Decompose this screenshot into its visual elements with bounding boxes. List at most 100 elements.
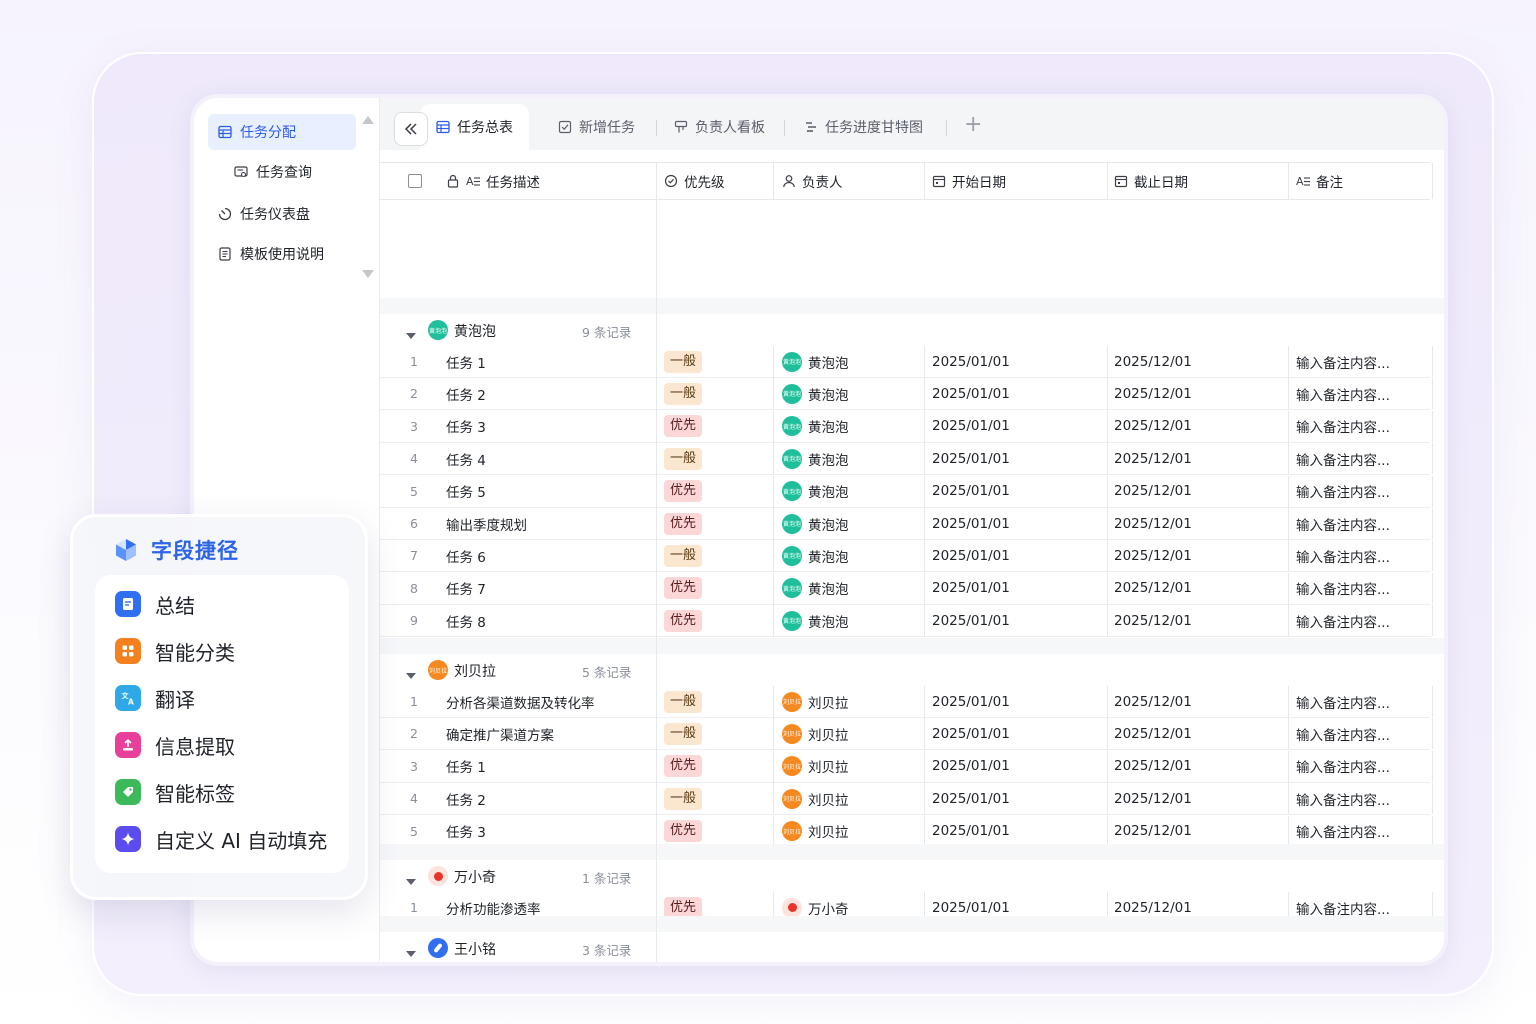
collapse-group-icon[interactable] — [406, 873, 416, 889]
end-date-cell[interactable]: 2025/12/01 — [1114, 605, 1192, 636]
shortcut-item-ai-autofill[interactable]: 自定义 AI 自动填充 — [115, 824, 327, 854]
task-desc-cell[interactable]: 任务 1 — [446, 964, 486, 966]
note-cell[interactable]: 输入备注内容... — [1296, 411, 1390, 442]
shortcut-item-classify[interactable]: 智能分类 — [115, 636, 235, 666]
priority-cell[interactable]: 一般 — [664, 540, 703, 571]
note-cell[interactable]: 输入备注内容... — [1296, 540, 1390, 571]
start-date-cell[interactable]: 2025/01/01 — [932, 476, 1010, 507]
table-row[interactable]: 6 输出季度规划 优先 黄泡泡 黄泡泡 2025/01/01 2025/12/01 输入备注内… — [380, 508, 1433, 540]
column-header-note[interactable]: A 备注 — [1296, 163, 1343, 199]
sidebar-item-dashboard[interactable]: 任务仪表盘 — [208, 196, 356, 232]
end-date-cell[interactable]: 2025/12/01 — [1114, 718, 1192, 749]
end-date-cell[interactable]: 2025/12/01 — [1114, 411, 1192, 442]
priority-cell[interactable]: 优先 — [664, 751, 703, 782]
task-desc-cell[interactable]: 任务 7 — [446, 573, 486, 604]
task-desc-cell[interactable]: 任务 2 — [446, 783, 486, 814]
priority-cell[interactable]: 优先 — [664, 508, 703, 539]
select-all-checkbox[interactable] — [408, 163, 422, 199]
priority-cell[interactable]: 一般 — [664, 686, 703, 717]
group-header[interactable]: 万小奇 1 条记录 — [380, 860, 1444, 892]
end-date-cell[interactable]: 2025/12/01 — [1114, 783, 1192, 814]
owner-cell[interactable]: 刘贝拉 刘贝拉 — [782, 718, 849, 749]
start-date-cell[interactable]: 2025/01/01 — [932, 443, 1010, 474]
column-header-owner[interactable]: 负责人 — [782, 163, 843, 199]
shortcut-item-summary[interactable]: 总结 — [115, 589, 195, 619]
sidebar-item-task-assign[interactable]: 任务分配 — [208, 114, 356, 150]
group-header[interactable]: 刘贝拉 刘贝拉 5 条记录 — [380, 654, 1444, 686]
start-date-cell[interactable]: 2025/01/01 — [932, 508, 1010, 539]
collapse-group-icon[interactable] — [406, 327, 416, 343]
note-cell[interactable]: 输入备注内容... — [1296, 508, 1390, 539]
owner-cell[interactable]: 刘贝拉 刘贝拉 — [782, 751, 849, 782]
owner-cell[interactable]: 黄泡泡 黄泡泡 — [782, 605, 849, 636]
table-row[interactable]: 1 任务 1 一般 黄泡泡 黄泡泡 2025/01/01 2025/12/01 输入备注内容.… — [380, 346, 1433, 378]
owner-cell[interactable]: 刘贝拉 刘贝拉 — [782, 783, 849, 814]
priority-cell[interactable]: 优先 — [664, 573, 703, 604]
start-date-cell[interactable]: 2025/01/01 — [932, 573, 1010, 604]
end-date-cell[interactable]: 2025/12/01 — [1114, 816, 1192, 847]
priority-cell[interactable]: 优先 — [664, 816, 703, 847]
shortcut-item-tag[interactable]: 智能标签 — [115, 777, 235, 807]
add-tab-button[interactable]: + — [964, 112, 982, 137]
priority-cell[interactable]: 一般 — [664, 443, 703, 474]
table-row[interactable]: 4 任务 2 一般 刘贝拉 刘贝拉 2025/01/01 2025/12/01 输入备注内容.… — [380, 783, 1433, 816]
owner-cell[interactable]: 黄泡泡 黄泡泡 — [782, 443, 849, 474]
note-cell[interactable]: 输入备注内容... — [1296, 378, 1390, 409]
owner-cell[interactable]: 黄泡泡 黄泡泡 — [782, 540, 849, 571]
table-row[interactable]: 2 任务 2 一般 黄泡泡 黄泡泡 2025/01/01 2025/12/01 输入备注内容.… — [380, 378, 1433, 411]
sidebar-item-task-query[interactable]: 任务查询 — [224, 154, 356, 190]
note-cell[interactable]: 输入备注内容... — [1296, 718, 1390, 749]
task-desc-cell[interactable]: 任务 4 — [446, 443, 486, 474]
owner-cell[interactable]: 黄泡泡 黄泡泡 — [782, 508, 849, 539]
table-row[interactable]: 3 任务 1 优先 刘贝拉 刘贝拉 2025/01/01 2025/12/01 输入备注内容.… — [380, 750, 1433, 783]
column-header-end[interactable]: 截止日期 — [1114, 163, 1188, 199]
task-desc-cell[interactable]: 任务 3 — [446, 816, 486, 847]
sidebar-item-template-guide[interactable]: 模板使用说明 — [208, 236, 356, 272]
collapse-sidebar-button[interactable] — [394, 112, 428, 146]
shortcut-item-extract[interactable]: 信息提取 — [115, 730, 235, 760]
table-row[interactable]: 1 分析各渠道数据及转化率 一般 刘贝拉 刘贝拉 2025/01/01 2025/12/01… — [380, 686, 1433, 718]
tab-new-task[interactable]: 新增任务 — [542, 104, 651, 150]
table-row[interactable]: 4 任务 4 一般 黄泡泡 黄泡泡 2025/01/01 2025/12/01 输入备注内容.… — [380, 443, 1433, 476]
sidebar-scroll-up-icon[interactable] — [362, 116, 374, 124]
tab-gantt[interactable]: 任务进度甘特图 — [788, 104, 939, 150]
group-header[interactable]: 黄泡泡 黄泡泡 9 条记录 — [380, 314, 1444, 346]
end-date-cell[interactable]: 2025/12/01 — [1114, 686, 1192, 717]
owner-cell[interactable]: 黄泡泡 黄泡泡 — [782, 378, 849, 409]
table-row[interactable]: 2 确定推广渠道方案 一般 刘贝拉 刘贝拉 2025/01/01 2025/12/01 输入备… — [380, 718, 1433, 751]
start-date-cell[interactable]: 2025/01/01 — [932, 378, 1010, 409]
priority-cell[interactable]: 优先 — [664, 476, 703, 507]
start-date-cell[interactable]: 2025/01/01 — [932, 605, 1010, 636]
column-header-desc[interactable]: A 任务描述 — [446, 163, 540, 199]
table-row[interactable]: 5 任务 5 优先 黄泡泡 黄泡泡 2025/01/01 2025/12/01 输入备注内容.… — [380, 475, 1433, 508]
end-date-cell[interactable]: 2025/12/01 — [1114, 540, 1192, 571]
note-cell[interactable]: 输入备注内容... — [1296, 816, 1390, 847]
priority-cell[interactable]: 一般 — [664, 346, 703, 377]
start-date-cell[interactable]: 2025/01/01 — [932, 718, 1010, 749]
start-date-cell[interactable]: 2025/01/01 — [932, 540, 1010, 571]
task-desc-cell[interactable]: 任务 1 — [446, 346, 486, 377]
start-date-cell[interactable]: 2025/01/01 — [932, 686, 1010, 717]
table-row[interactable]: 8 任务 7 优先 黄泡泡 黄泡泡 2025/01/01 2025/12/01 输入备注内容.… — [380, 572, 1433, 605]
end-date-cell[interactable]: 2025/12/01 — [1114, 508, 1192, 539]
task-desc-cell[interactable]: 任务 8 — [446, 605, 486, 636]
priority-cell[interactable]: 优先 — [664, 411, 703, 442]
start-date-cell[interactable]: 2025/01/01 — [932, 783, 1010, 814]
note-cell[interactable]: 输入备注内容... — [1296, 443, 1390, 474]
start-date-cell[interactable]: 2025/01/01 — [932, 346, 1010, 377]
note-cell[interactable]: 输入备注内容... — [1296, 783, 1390, 814]
note-cell[interactable]: 输入备注内容... — [1296, 686, 1390, 717]
owner-cell[interactable]: 刘贝拉 刘贝拉 — [782, 816, 849, 847]
table-row[interactable]: 3 任务 3 优先 黄泡泡 黄泡泡 2025/01/01 2025/12/01 输入备注内容.… — [380, 410, 1433, 443]
priority-cell[interactable]: 一般 — [664, 783, 703, 814]
end-date-cell[interactable]: 2025/12/01 — [1114, 443, 1192, 474]
group-header[interactable]: 王小铭 3 条记录 — [380, 932, 1444, 962]
end-date-cell[interactable]: 2025/12/01 — [1114, 346, 1192, 377]
task-desc-cell[interactable]: 输出季度规划 — [446, 508, 527, 539]
priority-cell[interactable]: 一般 — [664, 718, 703, 749]
table-row[interactable]: 9 任务 8 优先 黄泡泡 黄泡泡 2025/01/01 2025/12/01 输入备注内容.… — [380, 605, 1433, 638]
tab-owner-kanban[interactable]: 负责人看板 — [658, 104, 781, 150]
task-desc-cell[interactable]: 任务 5 — [446, 476, 486, 507]
priority-cell[interactable]: 优先 — [664, 605, 703, 636]
table-row[interactable]: 1 任务 1 一般 王小铭 2023/01/11 2025/12/01 输入备注内容... — [380, 964, 1430, 966]
